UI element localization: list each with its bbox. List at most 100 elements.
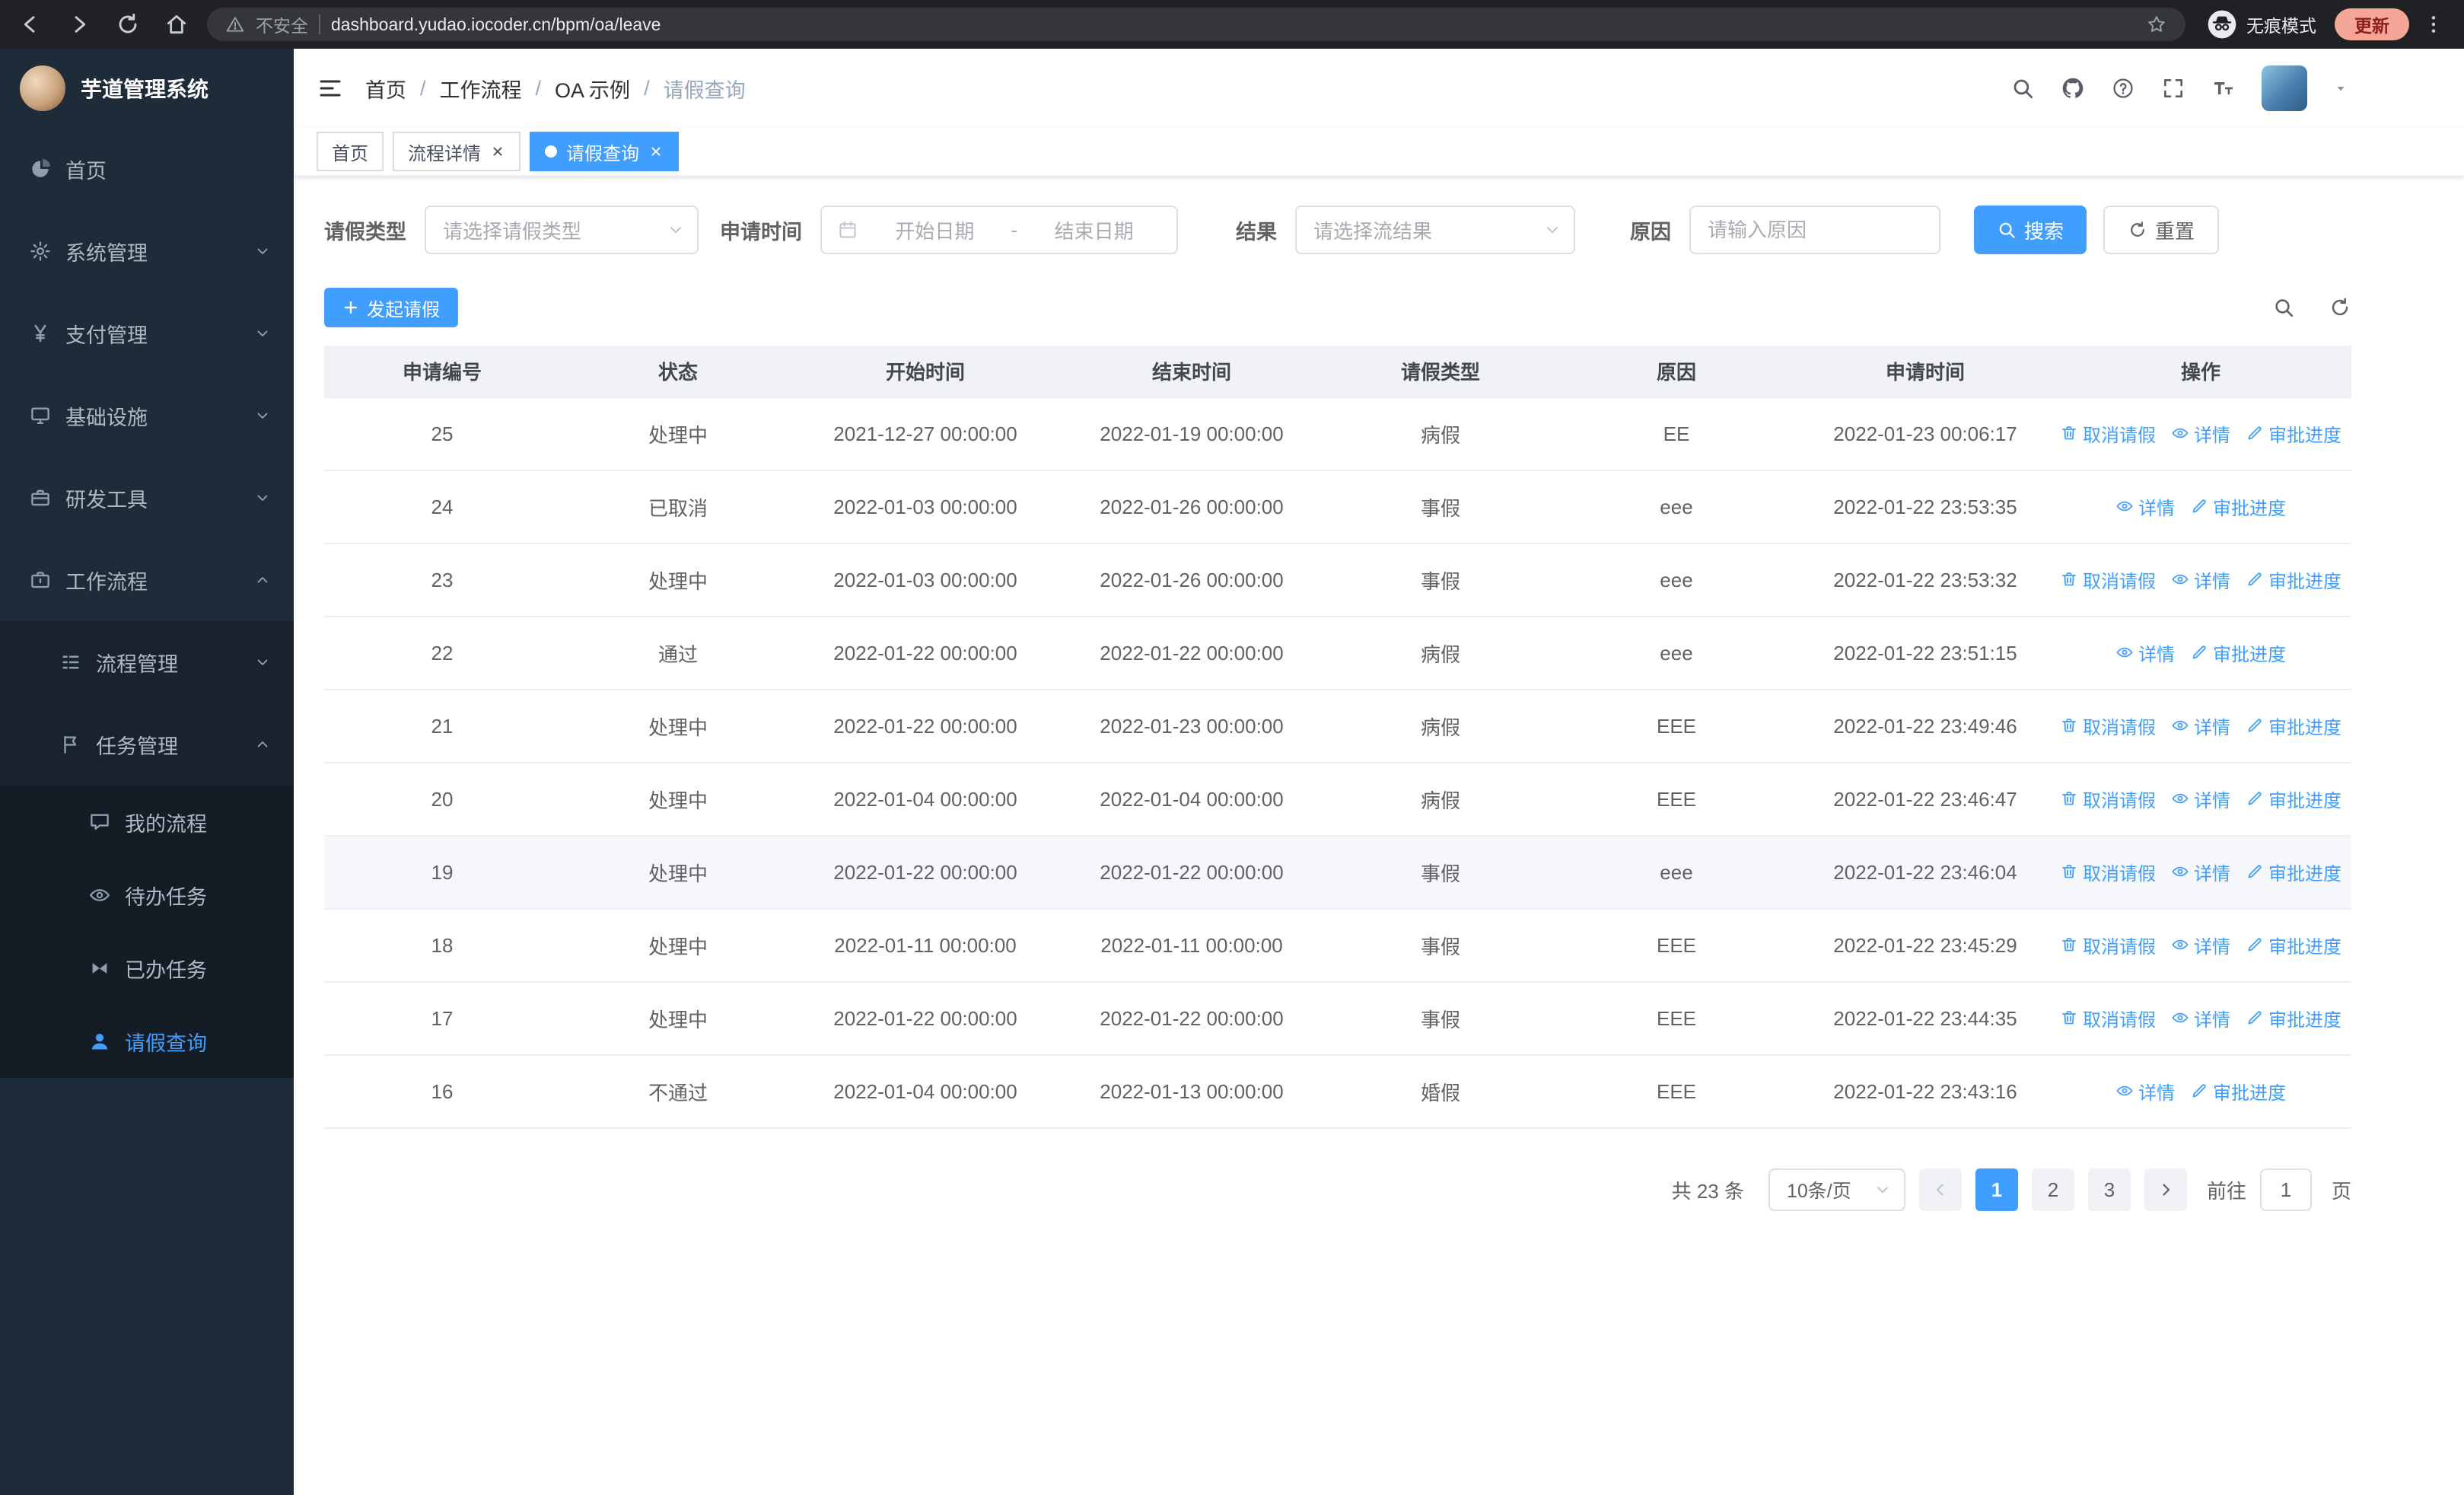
sidebar-item-task-management[interactable]: 任务管理	[0, 703, 294, 786]
fullscreen-icon[interactable]	[2161, 76, 2185, 100]
breadcrumb-item[interactable]: OA 示例	[555, 74, 630, 104]
tab-home[interactable]: 首页	[317, 132, 384, 171]
page-button-2[interactable]: 2	[2031, 1168, 2074, 1211]
cancel-leave-link[interactable]: 取消请假	[2060, 712, 2156, 739]
sidebar-item-home[interactable]: 首页	[0, 128, 294, 210]
detail-link[interactable]: 详情	[2115, 639, 2175, 666]
cell-leave_type: 事假	[1329, 836, 1552, 910]
approval-progress-link[interactable]: 审批进度	[2246, 859, 2341, 885]
prev-page-button[interactable]	[1918, 1168, 1962, 1211]
close-icon[interactable]	[490, 144, 505, 159]
sidebar-item-process-management[interactable]: 流程管理	[0, 621, 294, 703]
table-search-icon[interactable]	[2272, 296, 2295, 319]
sidebar-item-todo-tasks[interactable]: 待办任务	[0, 859, 294, 932]
apply-time-range-picker[interactable]: 开始日期 - 结束日期	[820, 206, 1178, 254]
address-bar[interactable]: 不安全 dashboard.yudao.iocoder.cn/bpm/oa/le…	[207, 8, 2185, 41]
font-size-icon[interactable]	[2211, 76, 2236, 100]
search-button[interactable]: 搜索	[1974, 206, 2087, 254]
cell-apply_id: 16	[324, 1055, 560, 1129]
breadcrumb-item[interactable]: 工作流程	[440, 74, 522, 104]
detail-link[interactable]: 详情	[2171, 566, 2230, 593]
back-icon[interactable]	[18, 12, 43, 37]
detail-link[interactable]: 详情	[2115, 493, 2175, 520]
star-icon[interactable]	[2146, 14, 2167, 35]
approval-progress-link[interactable]: 审批进度	[2246, 712, 2341, 739]
detail-link[interactable]: 详情	[2171, 786, 2230, 812]
detail-link[interactable]: 详情	[2171, 859, 2230, 885]
cancel-leave-link[interactable]: 取消请假	[2060, 786, 2156, 812]
sidebar-item-my-processes[interactable]: 我的流程	[0, 786, 294, 859]
user-avatar[interactable]	[2262, 65, 2307, 111]
sidebar-item-done-tasks[interactable]: 已办任务	[0, 932, 294, 1005]
detail-link-label: 详情	[2138, 498, 2175, 519]
cell-end_time: 2022-01-13 00:00:00	[1055, 1055, 1329, 1129]
filter-form: 请假类型 请选择请假类型 申请时间 开始日期 - 结束日期 结果 请选择流结果 …	[324, 206, 2351, 254]
forward-icon[interactable]	[67, 12, 91, 37]
kebab-menu-icon[interactable]	[2421, 12, 2446, 37]
cell-apply_time: 2022-01-22 23:53:35	[1800, 470, 2050, 544]
breadcrumb-item[interactable]: 首页	[365, 74, 406, 104]
home-icon[interactable]	[164, 12, 189, 37]
help-icon[interactable]	[2111, 76, 2135, 100]
browser-toolbar: 不安全 dashboard.yudao.iocoder.cn/bpm/oa/le…	[0, 0, 2464, 49]
cancel-leave-link[interactable]: 取消请假	[2060, 932, 2156, 958]
next-page-button[interactable]	[2144, 1168, 2187, 1211]
collapse-sidebar-icon[interactable]	[317, 75, 344, 102]
detail-link[interactable]: 详情	[2171, 932, 2230, 958]
reload-icon[interactable]	[116, 12, 140, 37]
approval-progress-link[interactable]: 审批进度	[2190, 639, 2286, 666]
cell-leave_type: 事假	[1329, 470, 1552, 544]
sidebar-item-devtools[interactable]: 研发工具	[0, 457, 294, 539]
approval-progress-link[interactable]: 审批进度	[2190, 1078, 2286, 1105]
sidebar-item-workflow[interactable]: 工作流程	[0, 539, 294, 621]
cancel-leave-link[interactable]: 取消请假	[2060, 566, 2156, 593]
cell-end_time: 2022-01-19 00:00:00	[1055, 397, 1329, 471]
approval-progress-link-label: 审批进度	[2268, 425, 2341, 446]
tab-process-detail[interactable]: 流程详情	[393, 132, 520, 171]
detail-link[interactable]: 详情	[2115, 1078, 2175, 1105]
sidebar-item-infrastructure[interactable]: 基础设施	[0, 375, 294, 457]
detail-link[interactable]: 详情	[2171, 1005, 2230, 1031]
approval-progress-link[interactable]: 审批进度	[2246, 420, 2341, 447]
result-select[interactable]: 请选择流结果	[1295, 206, 1575, 254]
page-size-select[interactable]: 10条/页	[1768, 1168, 1905, 1211]
sidebar-menu: 首页 系统管理 支付管理 基础设施 研发工具 工作流程 流程管理 任务管理 我的流程 待办任务 已办…	[0, 128, 294, 1078]
create-leave-button[interactable]: 发起请假	[324, 288, 458, 327]
cancel-leave-link-label: 取消请假	[2083, 717, 2156, 738]
eye	[2171, 716, 2189, 735]
page-button-3[interactable]: 3	[2087, 1168, 2131, 1211]
approval-progress-link[interactable]: 审批进度	[2246, 566, 2341, 593]
cell-reason: eee	[1552, 836, 1800, 910]
sidebar-item-payment[interactable]: 支付管理	[0, 292, 294, 375]
app-title: 芋道管理系统	[81, 78, 209, 101]
content: 请假类型 请选择请假类型 申请时间 开始日期 - 结束日期 结果 请选择流结果 …	[294, 177, 2464, 1495]
reason-input[interactable]	[1689, 206, 1940, 254]
detail-link[interactable]: 详情	[2171, 712, 2230, 739]
update-button[interactable]: 更新	[2335, 8, 2409, 40]
goto-page-input[interactable]	[2259, 1168, 2312, 1211]
cancel-leave-link[interactable]: 取消请假	[2060, 1005, 2156, 1031]
page-button-1[interactable]: 1	[1975, 1168, 2018, 1211]
caret-down-icon[interactable]	[2333, 81, 2348, 96]
approval-progress-link[interactable]: 审批进度	[2246, 932, 2341, 958]
tab-leave-query[interactable]: 请假查询	[530, 132, 679, 171]
leave-type-select[interactable]: 请选择请假类型	[425, 206, 699, 254]
reset-button[interactable]: 重置	[2103, 206, 2220, 254]
approval-progress-link[interactable]: 审批进度	[2246, 1005, 2341, 1031]
cell-start_time: 2022-01-03 00:00:00	[796, 470, 1055, 544]
search-icon[interactable]	[2010, 76, 2035, 100]
table-refresh-icon[interactable]	[2329, 296, 2351, 319]
cancel-leave-link[interactable]: 取消请假	[2060, 420, 2156, 447]
sidebar-item-system[interactable]: 系统管理	[0, 210, 294, 292]
cell-end_time: 2022-01-26 00:00:00	[1055, 543, 1329, 617]
approval-progress-link-label: 审批进度	[2268, 863, 2341, 885]
approval-progress-link[interactable]: 审批进度	[2190, 493, 2286, 520]
sidebar-item-leave-query[interactable]: 请假查询	[0, 1005, 294, 1078]
approval-progress-link[interactable]: 审批进度	[2246, 786, 2341, 812]
chevron-down-icon	[1543, 221, 1561, 239]
cancel-leave-link-label: 取消请假	[2083, 936, 2156, 958]
detail-link[interactable]: 详情	[2171, 420, 2230, 447]
cancel-leave-link[interactable]: 取消请假	[2060, 859, 2156, 885]
github-icon[interactable]	[2061, 76, 2085, 100]
close-icon[interactable]	[648, 144, 664, 159]
